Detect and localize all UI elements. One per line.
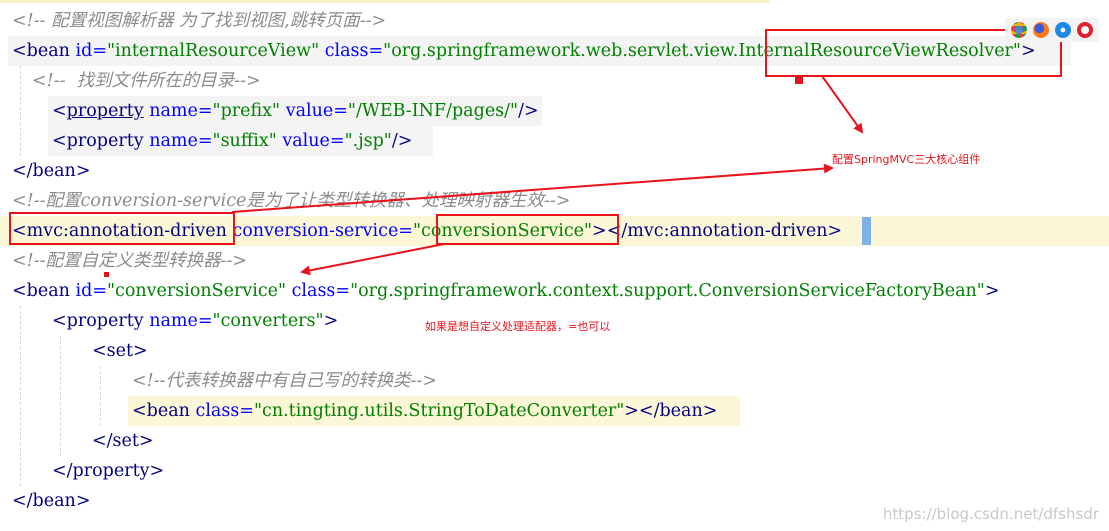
- safari-icon[interactable]: [1055, 22, 1071, 38]
- annotation-arrows: [231, 75, 864, 276]
- arrow-to-note: [821, 75, 864, 134]
- chrome-icon[interactable]: [1011, 22, 1027, 38]
- arrow-note-to-annotation-driven: [231, 163, 834, 213]
- watermark-text: https://blog.csdn.net/dfshsdr: [882, 505, 1099, 523]
- arrow-to-converter-bean: [300, 243, 445, 276]
- annotation-note-core-components: 配置SpringMVC三大核心组件: [832, 153, 981, 166]
- annotation-note-custom-adapter: 如果是想自定义处理适配器，=也可以: [425, 320, 611, 333]
- browser-icon-bar: [1005, 18, 1099, 42]
- opera-icon[interactable]: [1077, 22, 1093, 38]
- firefox-icon[interactable]: [1033, 22, 1049, 38]
